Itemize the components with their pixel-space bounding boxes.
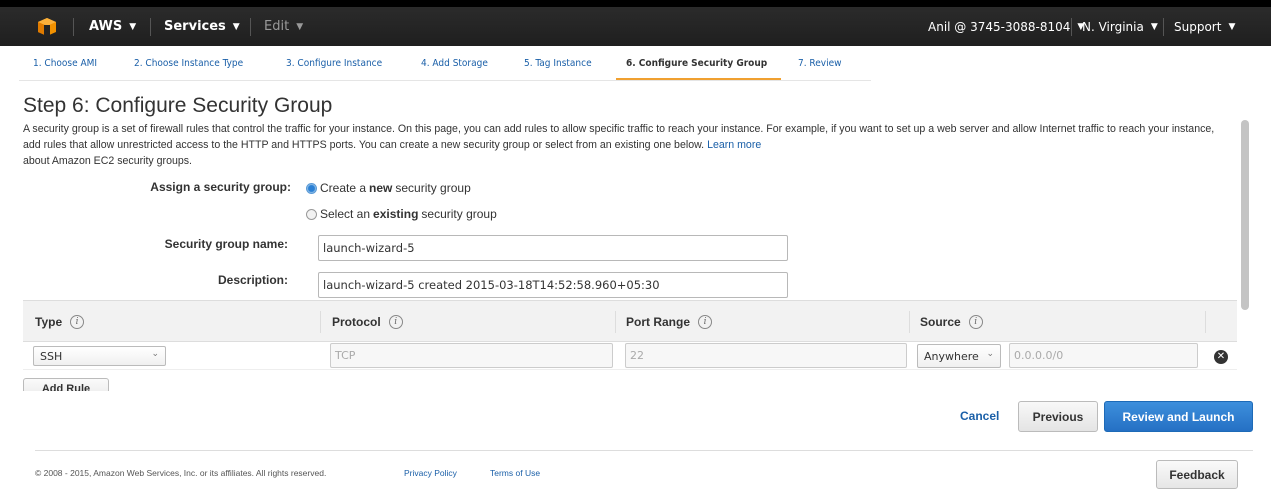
protocol-header-label: Protocol xyxy=(332,315,381,329)
tab-tag-instance[interactable]: 5. Tag Instance xyxy=(524,58,592,80)
tab-add-storage[interactable]: 4. Add Storage xyxy=(421,58,488,80)
tab-configure-instance[interactable]: 3. Configure Instance xyxy=(286,58,382,80)
chevron-down-icon: ▼ xyxy=(129,21,137,32)
top-navbar: AWS ▼ Services ▼ Edit ▼ Anil @ 3745-3088… xyxy=(0,7,1271,46)
source-header-label: Source xyxy=(920,315,961,329)
info-icon[interactable]: i xyxy=(698,315,713,329)
rule-source-cidr-field[interactable]: 0.0.0.0/0 xyxy=(1009,343,1198,368)
support-menu[interactable]: Support ▼ xyxy=(1174,7,1235,46)
info-icon[interactable]: i xyxy=(388,315,403,329)
cancel-button[interactable]: Cancel xyxy=(960,409,999,423)
review-and-launch-button[interactable]: Review and Launch xyxy=(1104,401,1253,432)
radio-button[interactable] xyxy=(306,208,317,220)
add-rule-button[interactable]: Add Rule xyxy=(23,378,109,391)
account-label: Anil @ 3745-3088-8104 xyxy=(928,19,1071,34)
radio-text: Select an xyxy=(320,207,371,221)
top-strip xyxy=(0,0,1271,7)
rule-source-value: Anywhere xyxy=(924,350,979,363)
terms-of-use-link[interactable]: Terms of Use xyxy=(490,468,540,478)
page-title: Step 6: Configure Security Group xyxy=(23,94,333,117)
assign-security-group-label: Assign a security group: xyxy=(150,180,291,194)
vertical-scrollbar[interactable] xyxy=(1241,120,1249,310)
nav-separator xyxy=(1071,18,1072,36)
services-menu[interactable]: Services ▼ xyxy=(164,7,240,46)
tab-configure-security-group[interactable]: 6. Configure Security Group xyxy=(626,58,767,80)
radio-button-selected[interactable] xyxy=(306,182,317,194)
nav-separator xyxy=(1163,18,1164,36)
rules-table: Type i Protocol i Port Range i Source i … xyxy=(23,300,1237,391)
active-tab-indicator xyxy=(616,78,781,80)
radio-text-bold: new xyxy=(369,181,393,195)
region-label: N. Virginia xyxy=(1082,19,1144,34)
chevron-down-icon: ▼ xyxy=(296,21,304,32)
intro-tail: about Amazon EC2 security groups. xyxy=(23,155,193,167)
port-range-column-header: Port Range i xyxy=(626,315,713,329)
learn-more-link[interactable]: Learn more xyxy=(707,139,761,151)
aws-menu[interactable]: AWS ▼ xyxy=(89,7,136,46)
services-menu-label: Services xyxy=(164,19,226,34)
rule-source-select[interactable]: Anywhere ⌄ xyxy=(917,344,1001,368)
radio-create-new[interactable]: Create a new security group xyxy=(306,181,471,195)
account-menu[interactable]: Anil @ 3745-3088-8104 ▼ xyxy=(928,7,1084,46)
feedback-button[interactable]: Feedback xyxy=(1156,460,1238,489)
type-header-label: Type xyxy=(35,315,63,329)
source-column-header: Source i xyxy=(920,315,983,329)
rules-table-header: Type i Protocol i Port Range i Source i xyxy=(23,300,1237,342)
aws-cube-icon[interactable] xyxy=(37,17,57,37)
privacy-policy-link[interactable]: Privacy Policy xyxy=(404,468,457,478)
rule-type-select[interactable]: SSH ⌄ xyxy=(33,346,166,366)
column-separator xyxy=(1205,311,1206,333)
table-row: SSH ⌄ TCP 22 Anywhere ⌄ 0.0.0.0/0 ✕ xyxy=(23,342,1237,370)
footer-divider xyxy=(35,450,1253,451)
chevron-down-icon: ▼ xyxy=(232,21,240,32)
chevron-down-icon: ▼ xyxy=(1228,21,1236,32)
edit-menu[interactable]: Edit ▼ xyxy=(264,7,303,46)
nav-separator xyxy=(73,18,74,36)
delete-rule-icon[interactable]: ✕ xyxy=(1214,350,1228,364)
column-separator xyxy=(909,311,910,333)
rule-protocol-field: TCP xyxy=(330,343,613,368)
radio-text: security group xyxy=(421,207,497,221)
description-label: Description: xyxy=(217,273,288,287)
radio-select-existing[interactable]: Select an existing security group xyxy=(306,207,497,221)
radio-text-bold: existing xyxy=(373,207,419,221)
tabs-divider xyxy=(19,80,871,81)
tab-review[interactable]: 7. Review xyxy=(798,58,842,80)
rule-type-value: SSH xyxy=(40,350,63,363)
radio-text: security group xyxy=(395,181,471,195)
radio-text: Create a xyxy=(320,181,367,195)
type-column-header: Type i xyxy=(35,315,85,329)
tab-choose-ami[interactable]: 1. Choose AMI xyxy=(33,58,97,80)
support-label: Support xyxy=(1174,19,1222,34)
port-range-header-label: Port Range xyxy=(626,315,691,329)
nav-separator xyxy=(250,18,251,36)
intro-paragraph: A security group is a set of firewall ru… xyxy=(23,121,1228,169)
column-separator xyxy=(320,311,321,333)
chevron-down-icon: ▼ xyxy=(1150,21,1158,32)
previous-button[interactable]: Previous xyxy=(1018,401,1098,432)
protocol-column-header: Protocol i xyxy=(332,315,403,329)
rule-port-range-field: 22 xyxy=(625,343,907,368)
security-group-name-input[interactable]: launch-wizard-5 xyxy=(318,235,788,261)
description-input[interactable]: launch-wizard-5 created 2015-03-18T14:52… xyxy=(318,272,788,298)
chevron-down-icon: ⌄ xyxy=(151,349,159,359)
edit-menu-label: Edit xyxy=(264,19,290,34)
chevron-down-icon: ⌄ xyxy=(986,349,994,359)
copyright-text: © 2008 - 2015, Amazon Web Services, Inc.… xyxy=(35,468,327,478)
info-icon[interactable]: i xyxy=(70,315,85,329)
nav-separator xyxy=(150,18,151,36)
tab-choose-instance-type[interactable]: 2. Choose Instance Type xyxy=(134,58,243,80)
security-group-name-label: Security group name: xyxy=(164,237,288,251)
info-icon[interactable]: i xyxy=(968,315,983,329)
region-menu[interactable]: N. Virginia ▼ xyxy=(1082,7,1158,46)
column-separator xyxy=(615,311,616,333)
intro-text: A security group is a set of firewall ru… xyxy=(23,123,1215,151)
aws-menu-label: AWS xyxy=(89,19,123,34)
